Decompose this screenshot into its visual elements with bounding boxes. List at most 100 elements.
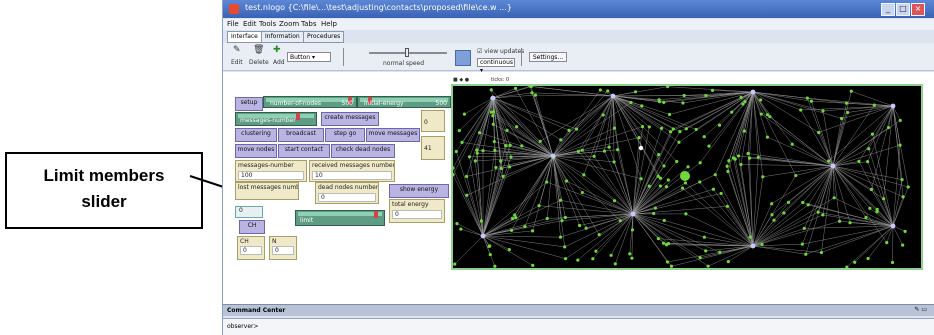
network-link — [453, 97, 494, 175]
node-turtle — [477, 131, 482, 135]
delete-icon[interactable]: 🗑 — [253, 45, 264, 55]
command-center-bar[interactable]: Command Center ✎ ▭ — [223, 304, 934, 316]
node-turtle — [493, 264, 497, 268]
command-center-toggle-icon[interactable]: ✎ ▭ — [914, 306, 927, 313]
clustering-button[interactable]: clustering — [235, 128, 277, 142]
node-turtle — [459, 227, 463, 231]
node-turtle — [866, 256, 870, 261]
add-icon[interactable]: ✚ — [273, 45, 281, 55]
network-link — [752, 197, 835, 247]
broadcast-button[interactable]: broadcast — [278, 128, 324, 142]
command-center-label: Command Center — [227, 307, 286, 314]
node-turtle — [875, 210, 879, 214]
menu-tabs[interactable]: Tabs — [301, 20, 317, 28]
node-turtle — [594, 249, 598, 253]
start-contact-button[interactable]: start contact — [278, 144, 330, 158]
node-turtle — [872, 103, 876, 107]
view-updates-checkbox[interactable]: ☑ view updates — [477, 48, 524, 55]
annotation-line-2: slider — [81, 192, 127, 211]
view-control-icons[interactable]: ■ ◆ ● — [453, 77, 469, 83]
number-of-nodes-slider[interactable]: number-of-nodes 500 — [263, 96, 357, 108]
network-link — [479, 97, 494, 133]
minimize-button[interactable]: _ — [881, 3, 895, 16]
node-turtle — [601, 113, 605, 117]
messages-number-slider[interactable]: messages-number — [235, 112, 317, 126]
network-link — [604, 150, 634, 215]
move-nodes-button[interactable]: move nodes — [235, 144, 277, 158]
check-dead-nodes-button[interactable]: check dead nodes — [331, 144, 395, 158]
network-link — [767, 136, 834, 167]
speed-slider-knob[interactable] — [405, 48, 409, 57]
setup-button[interactable]: setup — [235, 97, 263, 111]
mini-input[interactable]: 0 — [235, 206, 263, 218]
menu-help[interactable]: Help — [321, 20, 337, 28]
node-turtle — [630, 228, 635, 232]
network-link — [466, 176, 484, 237]
step-go-button[interactable]: step go — [325, 128, 365, 142]
node-turtle — [719, 191, 723, 196]
network-link — [708, 245, 754, 267]
node-turtle — [576, 258, 580, 262]
network-link — [599, 213, 634, 235]
world-view[interactable] — [451, 84, 923, 270]
node-turtle — [671, 127, 675, 131]
node-turtle — [898, 143, 902, 147]
network-link — [560, 95, 614, 141]
view-updates-icon[interactable] — [455, 50, 471, 66]
node-turtle — [866, 160, 870, 164]
menu-zoom[interactable]: Zoom — [279, 20, 299, 28]
node-turtle — [558, 198, 563, 202]
network-link — [560, 200, 634, 215]
menu-edit[interactable]: Edit — [243, 20, 257, 28]
network-link — [454, 235, 484, 265]
initial-energy-slider[interactable]: initial-energy 500 — [357, 96, 451, 108]
network-link — [752, 91, 759, 158]
cluster-head-node — [490, 95, 496, 101]
node-turtle — [704, 93, 708, 98]
menu-file[interactable]: File — [227, 20, 239, 28]
node-turtle — [488, 252, 492, 257]
tab-information[interactable]: Information — [261, 31, 304, 43]
network-link — [632, 213, 672, 267]
node-turtle — [698, 180, 702, 184]
show-energy-button[interactable]: show energy — [389, 184, 449, 198]
node-turtle — [629, 100, 633, 105]
node-turtle — [661, 241, 666, 245]
edit-button-label[interactable]: Edit — [231, 59, 243, 66]
tab-procedures[interactable]: Procedures — [303, 31, 345, 43]
node-turtle — [694, 127, 698, 132]
node-turtle — [567, 128, 571, 132]
network-link — [821, 225, 894, 253]
slider-knob[interactable] — [296, 113, 300, 120]
network-link — [752, 214, 823, 247]
menu-tools[interactable]: Tools — [259, 20, 276, 28]
tab-interface[interactable]: Interface — [227, 31, 262, 43]
add-button-label[interactable]: Add — [273, 59, 285, 66]
ch-button[interactable]: CH — [239, 220, 265, 234]
node-turtle — [804, 252, 808, 256]
node-turtle — [455, 222, 459, 226]
node-turtle — [457, 129, 461, 133]
update-mode-dropdown[interactable]: continuous ▾ — [477, 58, 515, 74]
edit-icon[interactable]: ✎ — [233, 45, 241, 55]
node-turtle — [682, 93, 686, 98]
node-turtle — [510, 216, 515, 221]
maximize-button[interactable]: □ — [896, 3, 910, 16]
node-turtle — [725, 164, 729, 168]
create-messages-button[interactable]: create messages — [321, 112, 379, 126]
widget-type-dropdown[interactable]: Button ▾ — [287, 52, 331, 62]
title-bar[interactable]: test.nlogo {C:\file\...\test\adjusting\c… — [223, 0, 934, 18]
slider-knob[interactable] — [374, 211, 378, 218]
node-turtle — [680, 186, 685, 190]
settings-button[interactable]: Settings... — [529, 52, 567, 62]
limit-members-slider[interactable]: limit — [295, 210, 385, 226]
move-messages-button[interactable]: move messages — [366, 128, 420, 142]
delete-button-label[interactable]: Delete — [249, 59, 269, 66]
node-turtle — [558, 235, 563, 239]
close-button[interactable]: × — [911, 3, 925, 16]
cluster-head-node — [750, 89, 756, 95]
observer-command-line[interactable]: observer> — [223, 318, 934, 335]
network-link — [752, 157, 759, 247]
node-turtle — [886, 126, 891, 130]
received-messages-monitor: received messages number 10 — [309, 160, 395, 182]
